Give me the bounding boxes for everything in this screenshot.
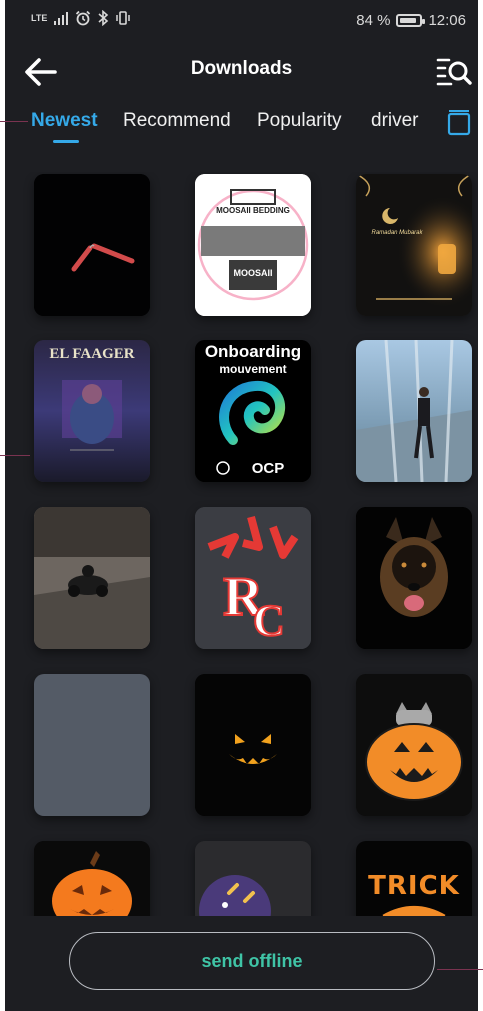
wallpaper-tile-dog[interactable] — [356, 507, 472, 649]
tab-more-button[interactable] — [445, 108, 475, 138]
onboarding-line1: Onboarding — [204, 342, 302, 361]
send-offline-button[interactable]: send offline — [69, 932, 435, 990]
candy-image — [195, 841, 311, 917]
category-grid-icon — [447, 110, 471, 136]
active-tab-indicator — [53, 140, 79, 143]
bottom-bar: send offline — [5, 916, 478, 1011]
tab-recommend[interactable]: Recommend — [123, 110, 231, 132]
wallpaper-tile-trick[interactable]: TRICK — [356, 841, 472, 917]
edge-guide-line — [0, 455, 30, 456]
jack-o-lantern-dark-image — [195, 674, 311, 816]
search-list-icon — [436, 58, 472, 86]
tab-popularity[interactable]: Popularity — [257, 110, 342, 132]
vibrate-icon — [116, 11, 131, 25]
elfaager-title: EL FAAGER — [49, 346, 135, 362]
app-screen: LTE 84 % 12:06 Downloads Newest Recommen… — [5, 0, 478, 1011]
svg-text:C: C — [253, 596, 285, 645]
tab-driver[interactable]: driver — [371, 110, 419, 132]
battery-percent: 84 % — [356, 12, 391, 29]
ramadan-text: Ramadan Mubarak — [371, 230, 423, 236]
wallpaper-tile-skyscraper[interactable] — [356, 340, 472, 482]
edge-guide-line — [437, 969, 483, 970]
wallpaper-tile-pumpkin-orange[interactable] — [34, 841, 150, 917]
battery-icon — [396, 14, 426, 27]
wallpaper-tile-moosaii[interactable]: MOOSAII BEDDING MOOSAII — [195, 174, 311, 316]
network-type: LTE — [31, 13, 48, 23]
edge-guide-line — [0, 121, 28, 122]
moosaii-card-image — [195, 174, 311, 316]
pusheen-pumpkin-image — [356, 674, 472, 816]
pumpkin-orange-image — [34, 841, 150, 917]
wallpaper-tile-jack-o-lantern-dark[interactable] — [195, 674, 311, 816]
onboarding-line2: mouvement — [219, 362, 287, 376]
nunchaku-image — [34, 174, 150, 316]
wallpaper-tile-onboarding[interactable]: Onboarding mouvement OCP — [195, 340, 311, 482]
page-title: Downloads — [190, 58, 293, 79]
trick-text: TRICK — [368, 871, 460, 901]
wallpaper-tile-motorcycle[interactable] — [34, 507, 150, 649]
status-bar: LTE 84 % 12:06 — [5, 0, 478, 42]
rc-logo-image: R C — [195, 507, 311, 649]
status-icons-right: 84 % 12:06 — [356, 12, 466, 29]
status-icons-left: LTE — [31, 10, 131, 26]
category-tabs: Newest Recommend Popularity driver — [5, 104, 478, 150]
moosaii-footer: MOOSAII — [233, 268, 273, 278]
wallpaper-grid: MOOSAII BEDDING MOOSAII Ramadan Mubarak — [5, 172, 478, 917]
wallpaper-tile-rc-logo[interactable]: R C — [195, 507, 311, 649]
skyscraper-photo-image — [356, 340, 472, 482]
ramadan-image — [356, 174, 472, 316]
wallpaper-tile-elfaager[interactable]: EL FAAGER — [34, 340, 150, 482]
wallpaper-tile-pusheen-pumpkin[interactable] — [356, 674, 472, 816]
clock: 12:06 — [428, 12, 466, 29]
bluetooth-icon — [98, 10, 109, 26]
motorcycle-photo-image — [34, 507, 150, 649]
app-header: Downloads — [5, 44, 478, 96]
german-shepherd-photo-image — [356, 507, 472, 649]
signal-icon — [54, 12, 69, 25]
wallpaper-tile-blank[interactable] — [34, 674, 150, 816]
wallpaper-tile-candy[interactable] — [195, 841, 311, 917]
search-list-button[interactable] — [434, 52, 474, 92]
alarm-icon — [76, 10, 91, 26]
moosaii-title: MOOSAII BEDDING — [216, 206, 290, 215]
wallpaper-tile-ramadan[interactable]: Ramadan Mubarak — [356, 174, 472, 316]
ocp-label: OCP — [251, 460, 285, 477]
wallpaper-tile-nunchaku[interactable] — [34, 174, 150, 316]
tab-newest[interactable]: Newest — [31, 110, 98, 132]
battery-fill — [400, 18, 416, 23]
